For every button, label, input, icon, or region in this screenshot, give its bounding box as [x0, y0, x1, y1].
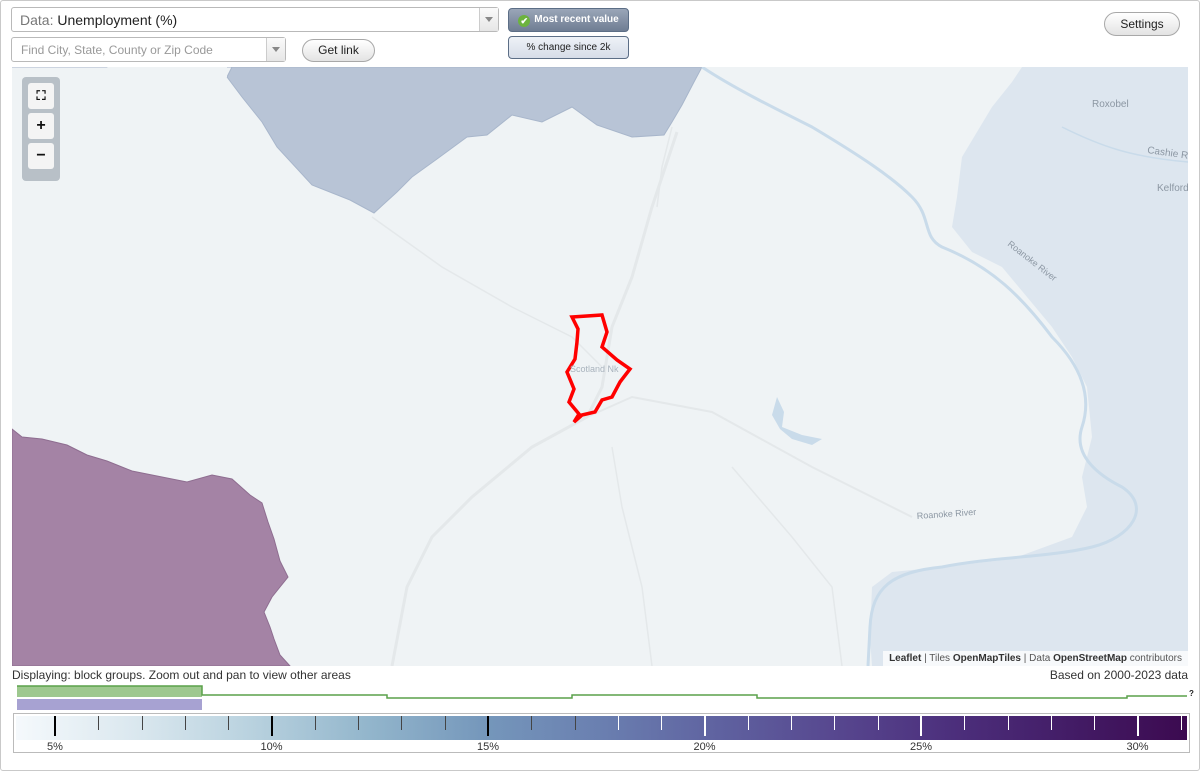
contributors-text: contributors [1129, 653, 1182, 664]
percent-change-button[interactable]: % change since 2k [508, 36, 629, 59]
river-floodplain [870, 67, 1188, 666]
lake [772, 397, 822, 445]
region-low-top [12, 67, 703, 214]
distribution-histogram [17, 685, 1187, 710]
legend-minor-tick [834, 716, 836, 730]
openstreetmap-link[interactable]: OpenStreetMap [1053, 653, 1127, 664]
chevron-down-icon [272, 47, 280, 52]
road-minor-4 [731, 466, 843, 666]
fullscreen-icon: ⛶ [36, 88, 46, 103]
legend-major-tick [487, 716, 489, 736]
legend-minor-tick [358, 716, 360, 730]
histogram-help[interactable]: ? [1189, 689, 1194, 698]
data-selector-dropdown[interactable] [479, 8, 498, 31]
data-value: Unemployment (%) [57, 12, 178, 28]
map-attribution: Leaflet | Tiles OpenMapTiles | Data Open… [883, 651, 1188, 666]
legend-minor-tick [1007, 716, 1009, 730]
legend-label: 25% [909, 741, 933, 753]
displaying-text: Displaying: block groups. Zoom out and p… [12, 668, 351, 682]
road-minor-2 [611, 446, 653, 666]
legend-minor-tick [314, 716, 316, 730]
legend-gradient [16, 716, 1187, 740]
openmaptiles-link[interactable]: OpenMapTiles [953, 653, 1021, 664]
road-minor [371, 216, 603, 368]
settings-button[interactable]: Settings [1104, 12, 1180, 36]
legend-minor-tick [964, 716, 966, 730]
location-search-input[interactable] [12, 38, 262, 61]
legend-major-tick [1136, 716, 1139, 736]
legend-label: 5% [47, 741, 63, 753]
place-label-scotland-neck: Scotland Nk [570, 364, 619, 374]
legend-minor-tick [1094, 716, 1096, 730]
legend-minor-tick [1050, 716, 1052, 730]
legend-minor-tick [877, 716, 879, 730]
legend-minor-tick [228, 716, 230, 730]
legend-label: 30% [1126, 741, 1149, 753]
legend-minor-tick [1180, 716, 1182, 730]
legend-major-tick [920, 716, 922, 736]
location-search-dropdown[interactable] [266, 38, 285, 61]
data-selector-text: Data: Unemployment (%) [20, 12, 177, 28]
zoom-control: ⛶ + − [22, 77, 60, 181]
based-on-text: Based on 2000-2023 data [1049, 668, 1188, 682]
zoom-out-button[interactable]: − [28, 143, 54, 169]
road-secondary [586, 395, 913, 518]
region-high [12, 428, 291, 666]
place-label-roxobel: Roxobel [1092, 99, 1129, 110]
data-prefix: Data [1029, 653, 1051, 664]
get-link-button[interactable]: Get link [302, 39, 375, 62]
most-recent-value-label: Most recent value [534, 14, 619, 25]
plus-icon: + [36, 117, 46, 134]
place-label-kelford: Kelford [1157, 183, 1188, 194]
legend-label: 10% [260, 741, 283, 753]
river-label-roanoke-south: Roanoke River [916, 507, 976, 521]
legend-major-tick [270, 716, 273, 736]
legend-minor-tick [98, 716, 100, 730]
legend-minor-tick [141, 716, 143, 730]
legend-label: 15% [476, 741, 500, 753]
check-icon: ✔ [518, 15, 531, 27]
leaflet-link[interactable]: Leaflet [889, 653, 921, 664]
zoom-in-button[interactable]: + [28, 113, 54, 139]
legend-minor-tick [661, 716, 663, 730]
data-selector[interactable]: Data: Unemployment (%) [11, 7, 499, 32]
location-search[interactable] [11, 37, 286, 62]
color-legend: 5% 10% 15% 20% 25% 30% [13, 713, 1190, 753]
tiles-prefix: Tiles [929, 653, 951, 664]
legend-minor-tick [747, 716, 749, 730]
histogram-bar-purple [17, 699, 202, 710]
legend-minor-tick [574, 716, 576, 730]
map-canvas: Roxobel Cashie Riv Kelford Roanoke River… [12, 67, 1188, 666]
road-main [390, 131, 679, 666]
fullscreen-button[interactable]: ⛶ [28, 83, 54, 109]
legend-minor-tick [791, 716, 793, 730]
legend-minor-tick [444, 716, 446, 730]
legend-minor-tick [617, 716, 619, 730]
legend-label: 20% [693, 741, 716, 753]
legend-major-tick [54, 716, 56, 736]
legend-minor-tick [184, 716, 186, 730]
chevron-down-icon [485, 17, 493, 22]
most-recent-value-button[interactable]: ✔ Most recent value [508, 8, 629, 32]
map-view[interactable]: Roxobel Cashie Riv Kelford Roanoke River… [12, 67, 1188, 666]
legend-major-tick [703, 716, 706, 736]
minus-icon: − [36, 147, 46, 164]
legend-minor-tick [531, 716, 533, 730]
data-label: Data: [20, 12, 54, 28]
legend-minor-tick [401, 716, 403, 730]
histogram-bar-green [17, 686, 202, 697]
